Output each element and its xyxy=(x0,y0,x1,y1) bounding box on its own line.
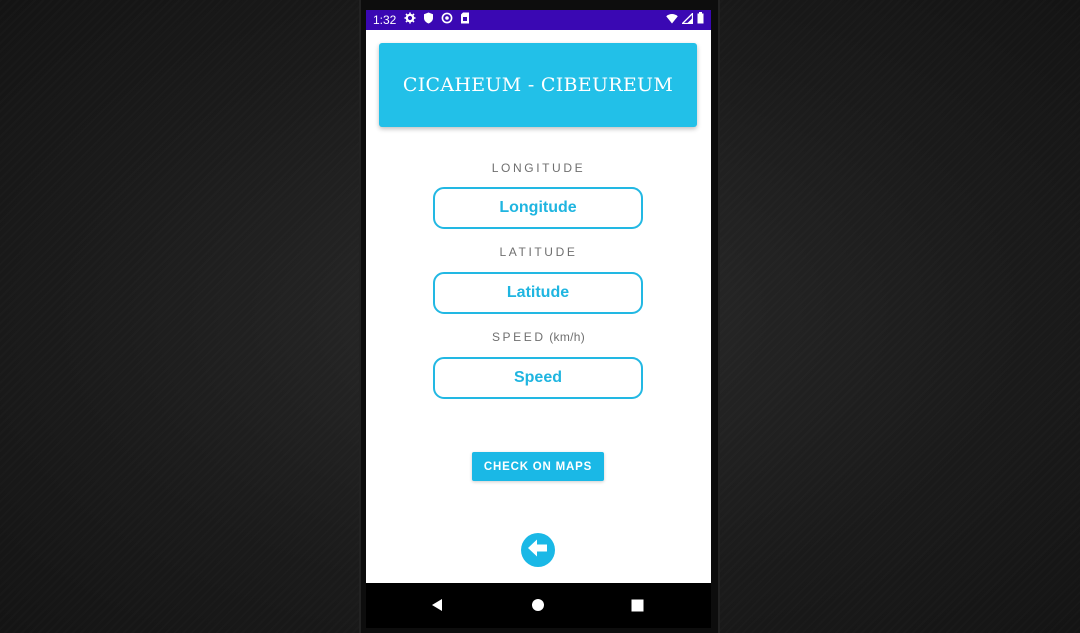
longitude-label: LONGITUDE xyxy=(491,161,586,175)
latitude-field[interactable]: Latitude xyxy=(433,272,643,314)
latitude-label: LATITUDE xyxy=(499,245,578,259)
sim-card-icon xyxy=(460,12,470,27)
gear-icon xyxy=(404,12,416,27)
speed-field[interactable]: Speed xyxy=(433,357,643,399)
signal-icon xyxy=(680,11,694,27)
speed-label: SPEED (km/h) xyxy=(491,330,586,344)
header-card: CICAHEUM - CIBEUREUM xyxy=(379,43,697,127)
status-time: 1:32 xyxy=(373,13,397,27)
status-bar: 1:32 xyxy=(366,10,711,30)
latitude-value: Latitude xyxy=(506,284,570,301)
shield-icon xyxy=(423,12,434,27)
check-on-maps-button[interactable]: CHECK ON MAPS xyxy=(472,452,604,481)
arrow-left-icon xyxy=(527,538,549,563)
wifi-icon xyxy=(666,13,678,27)
back-button[interactable] xyxy=(521,533,555,567)
home-circle-icon[interactable] xyxy=(528,595,548,615)
system-nav-bar xyxy=(366,583,711,628)
sync-icon xyxy=(441,12,453,27)
page-title: CICAHEUM - CIBEUREUM xyxy=(402,74,674,96)
speed-value: Speed xyxy=(513,369,562,386)
check-on-maps-label: CHECK ON MAPS xyxy=(483,460,593,473)
longitude-value: Longitude xyxy=(499,199,577,216)
recents-square-icon[interactable] xyxy=(627,595,647,615)
speed-unit: (km/h) xyxy=(545,330,586,344)
back-triangle-icon[interactable] xyxy=(427,595,447,615)
app-screen: CICAHEUM - CIBEUREUM LONGITUDE Longitude… xyxy=(366,30,711,583)
longitude-field[interactable]: Longitude xyxy=(433,187,643,229)
battery-icon xyxy=(697,12,704,27)
